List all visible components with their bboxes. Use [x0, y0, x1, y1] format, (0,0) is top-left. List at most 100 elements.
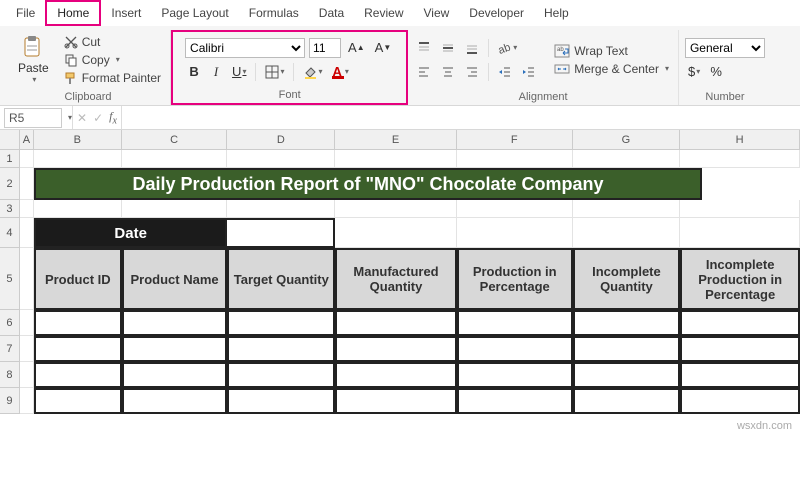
cell[interactable]	[680, 336, 800, 362]
header-target-quantity[interactable]: Target Quantity	[227, 248, 335, 310]
report-title-cell[interactable]: Daily Production Report of "MNO" Chocola…	[34, 168, 702, 200]
cut-button[interactable]: Cut	[61, 34, 164, 50]
align-top-button[interactable]	[414, 38, 434, 58]
menu-data[interactable]: Data	[309, 2, 354, 24]
cell[interactable]	[227, 388, 335, 414]
cell[interactable]	[335, 200, 457, 218]
cell[interactable]	[34, 310, 122, 336]
cell[interactable]	[227, 150, 335, 168]
date-value-cell[interactable]	[227, 218, 335, 248]
cell[interactable]	[573, 388, 681, 414]
menu-home[interactable]: Home	[45, 0, 101, 26]
cell[interactable]	[457, 362, 573, 388]
row-header-4[interactable]: 4	[0, 218, 20, 248]
borders-button[interactable]: ▾	[262, 62, 287, 82]
cell[interactable]	[122, 336, 228, 362]
header-product-name[interactable]: Product Name	[122, 248, 228, 310]
header-manufactured-quantity[interactable]: Manufactured Quantity	[335, 248, 457, 310]
cell[interactable]	[457, 336, 573, 362]
col-header-b[interactable]: B	[34, 130, 122, 150]
cell[interactable]	[573, 150, 681, 168]
decrease-indent-button[interactable]	[495, 62, 515, 82]
cell[interactable]	[680, 150, 800, 168]
cell[interactable]	[20, 150, 34, 168]
cell[interactable]	[335, 218, 457, 248]
increase-indent-button[interactable]	[519, 62, 539, 82]
menu-insert[interactable]: Insert	[101, 2, 151, 24]
number-format-select[interactable]: General	[685, 38, 765, 58]
increase-font-button[interactable]: A▲	[345, 38, 368, 58]
col-header-c[interactable]: C	[122, 130, 228, 150]
menu-developer[interactable]: Developer	[459, 2, 534, 24]
fill-color-button[interactable]: ▾	[300, 62, 325, 82]
insert-function-button[interactable]: fx	[109, 109, 117, 126]
row-header-3[interactable]: 3	[0, 200, 20, 218]
align-center-button[interactable]	[438, 62, 458, 82]
cell[interactable]	[680, 310, 800, 336]
cancel-formula-button[interactable]: ✕	[77, 111, 87, 125]
menu-help[interactable]: Help	[534, 2, 579, 24]
cell[interactable]	[680, 200, 800, 218]
cell[interactable]	[20, 200, 34, 218]
cell[interactable]	[227, 336, 335, 362]
cell[interactable]	[122, 362, 228, 388]
col-header-g[interactable]: G	[573, 130, 681, 150]
formula-input[interactable]	[121, 106, 800, 129]
cell[interactable]	[20, 218, 34, 248]
cell[interactable]	[573, 362, 681, 388]
row-header-2[interactable]: 2	[0, 168, 20, 200]
font-color-button[interactable]: A ▾	[329, 62, 351, 82]
cell[interactable]	[457, 218, 573, 248]
enter-formula-button[interactable]: ✓	[93, 111, 103, 125]
row-header-9[interactable]: 9	[0, 388, 20, 414]
col-header-d[interactable]: D	[227, 130, 335, 150]
cell[interactable]	[335, 362, 457, 388]
italic-button[interactable]: I	[207, 62, 225, 82]
cell[interactable]	[573, 218, 681, 248]
header-incomplete-quantity[interactable]: Incomplete Quantity	[573, 248, 681, 310]
cell[interactable]	[34, 200, 122, 218]
cell[interactable]	[20, 248, 34, 310]
header-product-id[interactable]: Product ID	[34, 248, 122, 310]
menu-page-layout[interactable]: Page Layout	[151, 2, 238, 24]
cell[interactable]	[20, 336, 34, 362]
cell[interactable]	[457, 200, 573, 218]
cell[interactable]	[573, 336, 681, 362]
cell[interactable]	[457, 388, 573, 414]
cell[interactable]	[34, 362, 122, 388]
menu-file[interactable]: File	[6, 2, 45, 24]
name-box[interactable]	[4, 108, 62, 128]
cell[interactable]	[122, 150, 228, 168]
cell[interactable]	[335, 310, 457, 336]
select-all-corner[interactable]	[0, 130, 20, 150]
row-header-1[interactable]: 1	[0, 150, 20, 168]
cell[interactable]	[227, 362, 335, 388]
col-header-f[interactable]: F	[457, 130, 573, 150]
cell[interactable]	[34, 388, 122, 414]
menu-view[interactable]: View	[414, 2, 460, 24]
cell[interactable]	[34, 150, 122, 168]
row-header-5[interactable]: 5	[0, 248, 20, 310]
cell[interactable]	[335, 150, 457, 168]
date-label-cell[interactable]: Date	[34, 218, 228, 248]
cell[interactable]	[680, 218, 800, 248]
menu-review[interactable]: Review	[354, 2, 413, 24]
header-production-percentage[interactable]: Production in Percentage	[457, 248, 573, 310]
col-header-e[interactable]: E	[335, 130, 457, 150]
cell[interactable]	[20, 310, 34, 336]
cell[interactable]	[227, 310, 335, 336]
format-painter-button[interactable]: Format Painter	[61, 70, 164, 86]
wrap-text-button[interactable]: ab Wrap Text	[551, 43, 672, 59]
cell[interactable]	[573, 310, 681, 336]
cell[interactable]	[122, 310, 228, 336]
currency-button[interactable]: $▾	[685, 62, 703, 82]
align-bottom-button[interactable]	[462, 38, 482, 58]
header-incomplete-percentage[interactable]: Incomplete Production in Percentage	[680, 248, 800, 310]
row-header-6[interactable]: 6	[0, 310, 20, 336]
col-header-a[interactable]: A	[20, 130, 34, 150]
underline-button[interactable]: U▾	[229, 62, 249, 82]
menu-formulas[interactable]: Formulas	[239, 2, 309, 24]
cell[interactable]	[122, 200, 228, 218]
cell[interactable]	[227, 200, 335, 218]
orientation-button[interactable]: ab▾	[495, 38, 520, 58]
